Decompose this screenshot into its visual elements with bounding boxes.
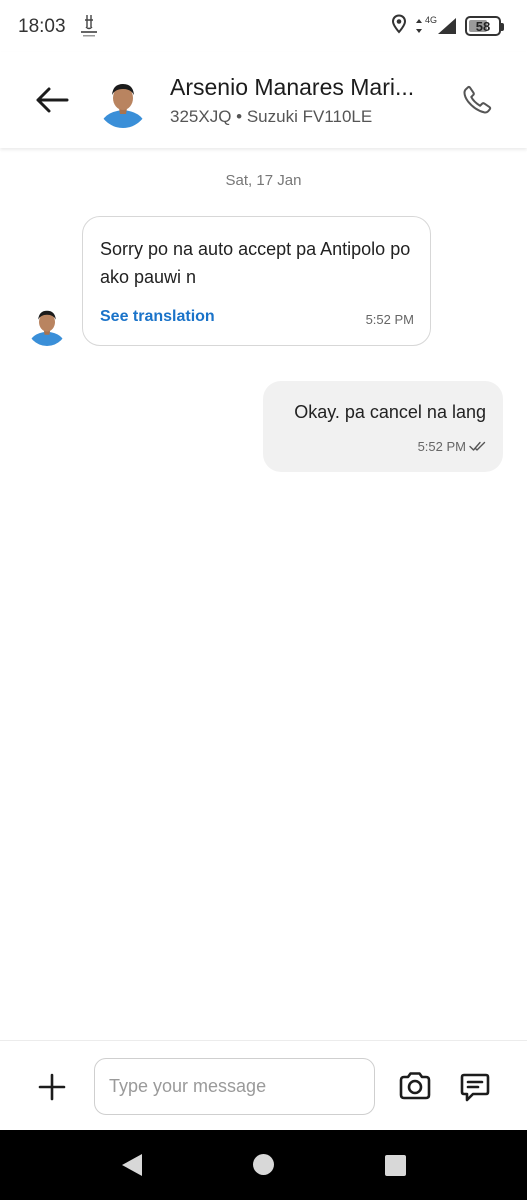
date-divider: Sat, 17 Jan xyxy=(225,172,302,189)
message-time: 5:52 PM xyxy=(365,312,414,327)
quick-reply-icon xyxy=(460,1073,490,1102)
chat-header: Arsenio Manares Mari... 325XJQ • Suzuki … xyxy=(0,52,527,148)
plus-icon xyxy=(38,1073,66,1101)
status-bar: 18:03 4G 58 xyxy=(0,0,527,52)
read-receipt-icon xyxy=(469,441,486,451)
nav-home-icon[interactable] xyxy=(253,1154,274,1175)
avatar[interactable] xyxy=(98,78,148,128)
message-composer xyxy=(0,1040,527,1130)
nav-back-icon[interactable] xyxy=(120,1152,144,1178)
quick-reply-button[interactable] xyxy=(456,1068,494,1106)
system-nav-bar xyxy=(0,1130,527,1200)
status-icons: 4G 58 xyxy=(383,13,504,39)
app-logo-icon xyxy=(78,12,100,38)
message-time: 5:52 PM xyxy=(417,439,466,454)
call-button[interactable] xyxy=(457,80,497,120)
nav-recents-icon[interactable] xyxy=(385,1155,406,1176)
outgoing-message[interactable]: Okay. pa cancel na lang 5:52 PM xyxy=(263,381,503,472)
vehicle-info: 325XJQ • Suzuki FV110LE xyxy=(170,107,373,126)
signal-icon: 4G xyxy=(415,15,457,35)
message-text: Sorry po na auto accept pa Antipolo po a… xyxy=(100,239,411,287)
see-translation-link[interactable]: See translation xyxy=(100,308,215,326)
camera-icon xyxy=(399,1072,431,1100)
phone-icon xyxy=(463,85,492,114)
back-button[interactable] xyxy=(30,80,74,120)
back-arrow-icon xyxy=(36,87,69,113)
message-input[interactable] xyxy=(94,1058,375,1115)
battery-icon: 58 xyxy=(465,16,504,36)
status-time: 18:03 xyxy=(18,16,66,37)
contact-name: Arsenio Manares Mari... xyxy=(170,74,415,100)
location-icon xyxy=(391,13,407,39)
incoming-message[interactable]: Sorry po na auto accept pa Antipolo po a… xyxy=(82,216,431,346)
attach-button[interactable] xyxy=(34,1069,70,1105)
network-type: 4G xyxy=(424,15,437,25)
camera-button[interactable] xyxy=(396,1069,434,1103)
message-text: Okay. pa cancel na lang xyxy=(294,402,486,422)
battery-level: 58 xyxy=(475,18,491,34)
sender-avatar[interactable] xyxy=(27,306,67,346)
